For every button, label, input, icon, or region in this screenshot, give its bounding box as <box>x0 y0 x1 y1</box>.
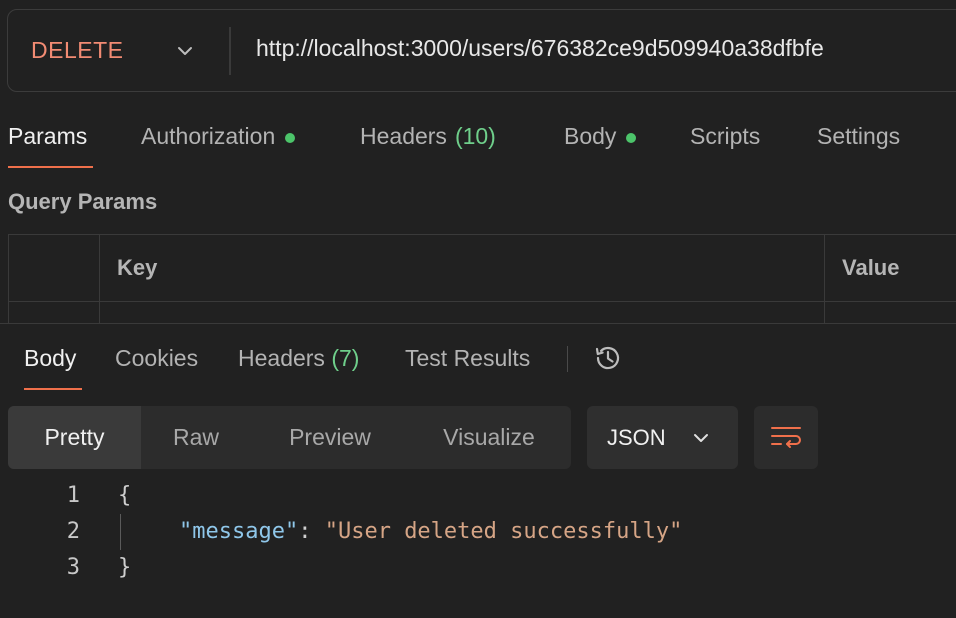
row-divider <box>9 301 956 302</box>
query-params-table: Key Value <box>8 234 956 329</box>
line-number: 1 <box>66 483 80 508</box>
view-pretty-button[interactable]: Pretty <box>8 406 141 469</box>
column-header-key: Key <box>117 255 158 280</box>
response-tab-headers[interactable]: Headers (7) <box>238 345 359 372</box>
response-tab-body[interactable]: Body <box>24 345 76 372</box>
json-open-brace: { <box>118 483 132 508</box>
json-colon: : <box>298 519 325 544</box>
headers-count: (10) <box>454 123 496 149</box>
json-key: "message" <box>179 519 299 544</box>
view-raw-button[interactable]: Raw <box>141 406 251 469</box>
tab-label: Settings <box>817 123 901 149</box>
line-number: 3 <box>66 555 80 580</box>
tab-authorization[interactable]: Authorization <box>141 123 296 150</box>
method-selector[interactable]: DELETE <box>8 10 230 91</box>
method-label: DELETE <box>31 37 124 63</box>
json-line: "message": "User deleted successfully" <box>179 519 682 544</box>
indent-guide <box>120 514 121 550</box>
active-tab-underline <box>8 166 93 168</box>
tab-params[interactable]: Params <box>8 123 87 150</box>
response-tab-test-results[interactable]: Test Results <box>405 345 530 372</box>
response-panel: Body Cookies Headers (7) Test Results Pr… <box>0 323 956 618</box>
json-close-brace: } <box>118 555 132 580</box>
tab-label: Authorization <box>141 123 276 149</box>
request-tabs: Params Authorization Headers (10) Body S… <box>0 118 956 174</box>
url-input[interactable]: http://localhost:3000/users/676382ce9d50… <box>256 35 824 62</box>
view-visualize-button[interactable]: Visualize <box>426 406 552 469</box>
response-body-code: 1 2 3 { "message": "User deleted success… <box>0 479 956 599</box>
active-response-tab-underline <box>24 388 82 390</box>
wrap-lines-icon <box>771 426 801 448</box>
column-header-value: Value <box>842 255 900 280</box>
chevron-down-icon <box>178 47 192 55</box>
tab-label: Body <box>564 123 617 149</box>
tab-body[interactable]: Body <box>564 123 637 150</box>
tab-label: Params <box>8 123 88 149</box>
json-value: "User deleted successfully" <box>324 519 683 544</box>
tab-headers[interactable]: Headers (10) <box>360 123 496 150</box>
tab-label: Scripts <box>690 123 761 149</box>
url-divider <box>229 27 231 75</box>
request-url-bar: DELETE http://localhost:3000/users/67638… <box>7 9 956 92</box>
history-icon[interactable] <box>591 341 625 375</box>
column-divider <box>99 235 100 329</box>
query-params-title: Query Params <box>8 189 158 214</box>
view-mode-group: Pretty Raw Preview Visualize <box>8 406 571 469</box>
tab-label: Headers <box>360 123 447 149</box>
response-headers-count: (7) <box>331 345 360 371</box>
line-number: 2 <box>66 519 80 544</box>
column-divider <box>824 235 825 329</box>
format-label: JSON <box>607 424 666 450</box>
status-dot <box>626 132 637 143</box>
tab-label: Headers <box>238 345 325 371</box>
tab-scripts[interactable]: Scripts <box>690 123 760 150</box>
tab-settings[interactable]: Settings <box>817 123 900 150</box>
view-preview-button[interactable]: Preview <box>266 406 394 469</box>
chevron-down-icon <box>694 434 708 442</box>
status-dot <box>285 132 296 143</box>
response-tab-cookies[interactable]: Cookies <box>115 345 198 372</box>
tab-separator <box>567 346 568 372</box>
wrap-lines-button[interactable] <box>754 406 818 469</box>
format-select[interactable]: JSON <box>587 406 738 469</box>
postman-request-view: DELETE http://localhost:3000/users/67638… <box>0 0 956 618</box>
